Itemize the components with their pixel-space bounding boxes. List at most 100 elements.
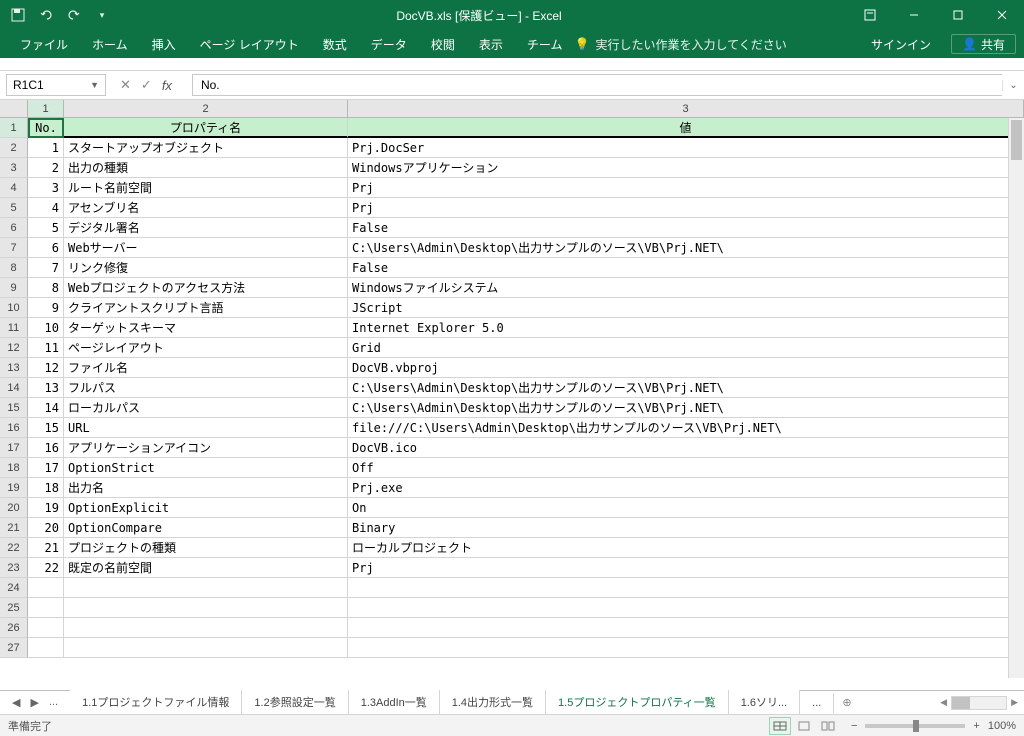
save-icon[interactable] [10,7,26,23]
row-header[interactable]: 20 [0,498,28,518]
horizontal-scrollbar[interactable] [951,696,1007,710]
cell-no[interactable]: 20 [28,518,64,538]
sheet-tab[interactable]: 1.4出力形式一覧 [440,690,546,716]
row-header[interactable]: 24 [0,578,28,598]
cell-no[interactable]: 10 [28,318,64,338]
tab-formulas[interactable]: 数式 [311,30,359,58]
undo-icon[interactable] [38,7,54,23]
row-header[interactable]: 25 [0,598,28,618]
column-header[interactable]: 1 [28,100,64,117]
chevron-down-icon[interactable]: ▼ [90,80,99,90]
share-button[interactable]: 👤 共有 [951,34,1016,54]
tab-team[interactable]: チーム [515,30,575,58]
row-header[interactable]: 10 [0,298,28,318]
row-header[interactable]: 23 [0,558,28,578]
header-value[interactable]: 値 [348,118,1024,138]
formula-expand-icon[interactable]: ⌄ [1002,80,1024,91]
row-header[interactable]: 4 [0,178,28,198]
cell-value[interactable]: Binary [348,518,1024,538]
column-header[interactable]: 2 [64,100,348,117]
cell-no[interactable]: 12 [28,358,64,378]
cell-property[interactable]: OptionExplicit [64,498,348,518]
tab-view[interactable]: 表示 [467,30,515,58]
cell-property[interactable]: ファイル名 [64,358,348,378]
row-header[interactable]: 2 [0,138,28,158]
cell-property[interactable]: Webプロジェクトのアクセス方法 [64,278,348,298]
sheet-tab[interactable]: 1.1プロジェクトファイル情報 [70,690,242,716]
spreadsheet-grid[interactable]: 1 No. プロパティ名 値 21スタートアップオブジェクトPrj.DocSer… [0,118,1024,678]
row-header[interactable]: 22 [0,538,28,558]
add-sheet-button[interactable]: ⊕ [834,696,859,709]
column-header[interactable]: 3 [348,100,1024,117]
cell-no[interactable]: 15 [28,418,64,438]
formula-input[interactable]: No. [192,74,1002,96]
select-all-button[interactable] [0,100,28,117]
cell-value[interactable]: On [348,498,1024,518]
row-header[interactable]: 17 [0,438,28,458]
row-header[interactable]: 13 [0,358,28,378]
cell-property[interactable]: リンク修復 [64,258,348,278]
cell[interactable] [348,598,1024,618]
vertical-scrollbar[interactable] [1008,118,1024,678]
row-header[interactable]: 19 [0,478,28,498]
ribbon-display-options-icon[interactable] [848,0,892,30]
cell-property[interactable]: デジタル署名 [64,218,348,238]
row-header[interactable]: 11 [0,318,28,338]
cell-property[interactable]: OptionStrict [64,458,348,478]
cell-no[interactable]: 3 [28,178,64,198]
close-button[interactable] [980,0,1024,30]
cell-value[interactable]: Prj.exe [348,478,1024,498]
row-header[interactable]: 27 [0,638,28,658]
minimize-button[interactable] [892,0,936,30]
cell[interactable] [348,638,1024,658]
cell-no[interactable]: 13 [28,378,64,398]
sheet-tab[interactable]: 1.5プロジェクトプロパティ一覧 [546,690,729,716]
cell[interactable] [348,578,1024,598]
cell-value[interactable]: C:\Users\Admin\Desktop\出力サンプルのソース\VB\Prj… [348,398,1024,418]
row-header[interactable]: 5 [0,198,28,218]
tab-review[interactable]: 校閲 [419,30,467,58]
cell-value[interactable]: JScript [348,298,1024,318]
sheet-tab-more[interactable]: ... [800,693,834,713]
zoom-slider[interactable] [865,724,965,728]
cell-value[interactable]: Prj [348,558,1024,578]
cell-value[interactable]: False [348,218,1024,238]
sheet-nav-next-icon[interactable]: ▶ [28,694,40,711]
cell-no[interactable]: 8 [28,278,64,298]
view-normal-icon[interactable] [769,717,791,735]
cell-property[interactable]: 既定の名前空間 [64,558,348,578]
row-header[interactable]: 9 [0,278,28,298]
cell-no[interactable]: 6 [28,238,64,258]
cell[interactable] [28,618,64,638]
tab-data[interactable]: データ [359,30,419,58]
cell-no[interactable]: 4 [28,198,64,218]
cell-no[interactable]: 14 [28,398,64,418]
cell[interactable] [64,578,348,598]
cell-value[interactable]: Windowsファイルシステム [348,278,1024,298]
cell-no[interactable]: 11 [28,338,64,358]
cell-value[interactable]: Prj [348,178,1024,198]
sheet-nav-more[interactable]: ... [47,694,60,711]
fx-icon[interactable]: fx [162,78,178,93]
row-header[interactable]: 7 [0,238,28,258]
cell-no[interactable]: 18 [28,478,64,498]
tab-home[interactable]: ホーム [80,30,140,58]
cell-value[interactable]: Prj.DocSer [348,138,1024,158]
cell-property[interactable]: OptionCompare [64,518,348,538]
cell-value[interactable]: C:\Users\Admin\Desktop\出力サンプルのソース\VB\Prj… [348,378,1024,398]
zoom-slider-thumb[interactable] [913,720,919,732]
cell[interactable] [28,638,64,658]
cell-no[interactable]: 9 [28,298,64,318]
row-header[interactable]: 3 [0,158,28,178]
cell-no[interactable]: 19 [28,498,64,518]
header-no[interactable]: No. [28,118,64,138]
sheet-tab[interactable]: 1.3AddIn一覧 [349,690,440,716]
tab-insert[interactable]: 挿入 [140,30,188,58]
row-header[interactable]: 14 [0,378,28,398]
tab-pagelayout[interactable]: ページ レイアウト [188,30,311,58]
cell-value[interactable]: C:\Users\Admin\Desktop\出力サンプルのソース\VB\Prj… [348,238,1024,258]
cell-property[interactable]: アセンブリ名 [64,198,348,218]
view-pagebreak-icon[interactable] [817,717,839,735]
maximize-button[interactable] [936,0,980,30]
zoom-level[interactable]: 100% [988,720,1016,732]
